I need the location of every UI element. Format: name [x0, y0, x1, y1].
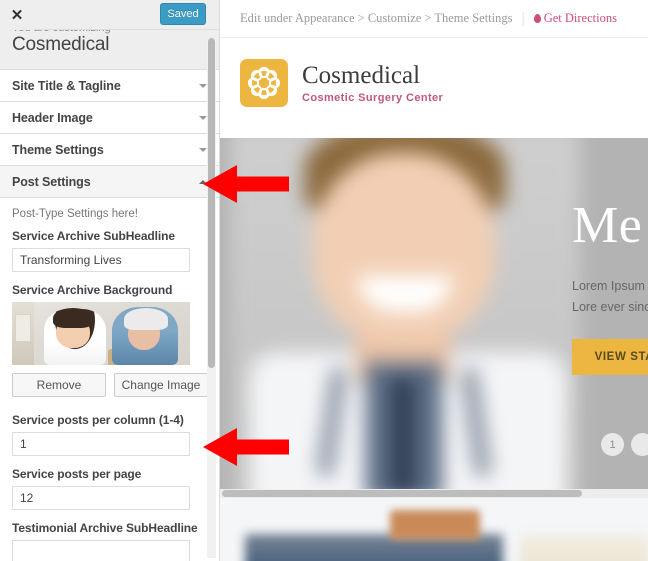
customizer-title-block: You are customizing Cosmedical [0, 30, 219, 70]
panel-label: Post Settings [12, 174, 91, 189]
label-service-archive-background: Service Archive Background [12, 283, 173, 297]
image-actions: Remove Change Image [12, 373, 208, 397]
save-button[interactable]: Saved [160, 3, 206, 25]
panel-header-image[interactable]: Header Image [0, 102, 219, 134]
pagination-dot-1[interactable]: 1 [601, 433, 624, 456]
map-pin-icon [533, 14, 541, 23]
site-title: Cosmedical [12, 34, 110, 55]
panel-label: Theme Settings [12, 142, 104, 157]
chevron-down-icon [199, 83, 207, 88]
customizer-header: ✕ Saved [0, 0, 219, 30]
view-staff-button[interactable]: VIEW STAFF [572, 339, 648, 376]
scrollbar-thumb[interactable] [222, 490, 582, 497]
customizer-scroll-area: You are customizing Cosmedical Site Titl… [0, 30, 219, 561]
brand-name: Cosmedical [302, 61, 421, 89]
panel-site-title-tagline[interactable]: Site Title & Tagline [0, 70, 219, 102]
get-directions-label: Get Directions [543, 11, 617, 25]
label-service-posts-per-page: Service posts per page [12, 467, 142, 481]
hero-pagination: 1 [601, 433, 648, 456]
change-image-button[interactable]: Change Image [114, 373, 208, 397]
input-testimonial-archive-subheadline[interactable] [12, 540, 190, 561]
site-branding: Cosmedical Cosmetic Surgery Center [220, 38, 648, 128]
input-service-posts-per-column[interactable]: 1 [12, 432, 190, 456]
panel-label: Site Title & Tagline [12, 78, 121, 93]
input-service-archive-subheadline[interactable]: Transforming Lives [12, 248, 190, 272]
panel-label: Header Image [12, 110, 93, 125]
close-icon[interactable]: ✕ [0, 0, 34, 30]
customizer-panel: ✕ Saved You are customizing Cosmedical S… [0, 0, 220, 561]
service-archive-background-thumbnail[interactable] [12, 302, 190, 365]
below-hero-section [220, 498, 648, 561]
breadcrumb-separator: | [521, 9, 525, 27]
chevron-down-icon [199, 147, 207, 152]
hero-paragraph: Lorem Ipsum industry. Lore ever since th… [572, 279, 648, 314]
pagination-dot-2[interactable] [631, 433, 648, 456]
breadcrumb: Edit under Appearance > Customize > Them… [220, 0, 648, 38]
label-service-posts-per-column: Service posts per column (1-4) [12, 413, 184, 427]
scrollbar-thumb[interactable] [208, 38, 215, 368]
panel-theme-settings[interactable]: Theme Settings [0, 134, 219, 166]
annotation-arrow-post-settings [203, 165, 289, 203]
chevron-down-icon [199, 115, 207, 120]
content-card-left-detail [390, 510, 480, 540]
remove-image-button[interactable]: Remove [12, 373, 106, 397]
brand-text: Cosmedical Cosmetic Surgery Center [302, 63, 443, 104]
hero-heading: Me [572, 197, 643, 254]
panel-post-settings[interactable]: Post Settings [0, 166, 219, 198]
post-settings-hint: Post-Type Settings here! [12, 208, 138, 220]
site-preview: Edit under Appearance > Customize > Them… [220, 0, 648, 561]
brand-tagline: Cosmetic Surgery Center [302, 91, 444, 104]
customizer-scrollbar[interactable] [207, 38, 216, 558]
flower-petal-logo-icon [240, 59, 288, 107]
get-directions-link[interactable]: Get Directions [533, 11, 617, 26]
content-card-right [520, 534, 648, 561]
label-testimonial-archive-subheadline: Testimonial Archive SubHeadline [12, 521, 198, 535]
post-settings-body: Post-Type Settings here! Service Archive… [0, 198, 219, 561]
breadcrumb-text: Edit under Appearance > Customize > Them… [240, 11, 513, 25]
preview-horizontal-scrollbar[interactable] [220, 489, 648, 498]
annotation-arrow-posts-per-column [203, 428, 289, 466]
label-service-archive-subheadline: Service Archive SubHeadline [12, 229, 175, 243]
input-service-posts-per-page[interactable]: 12 [12, 486, 190, 510]
